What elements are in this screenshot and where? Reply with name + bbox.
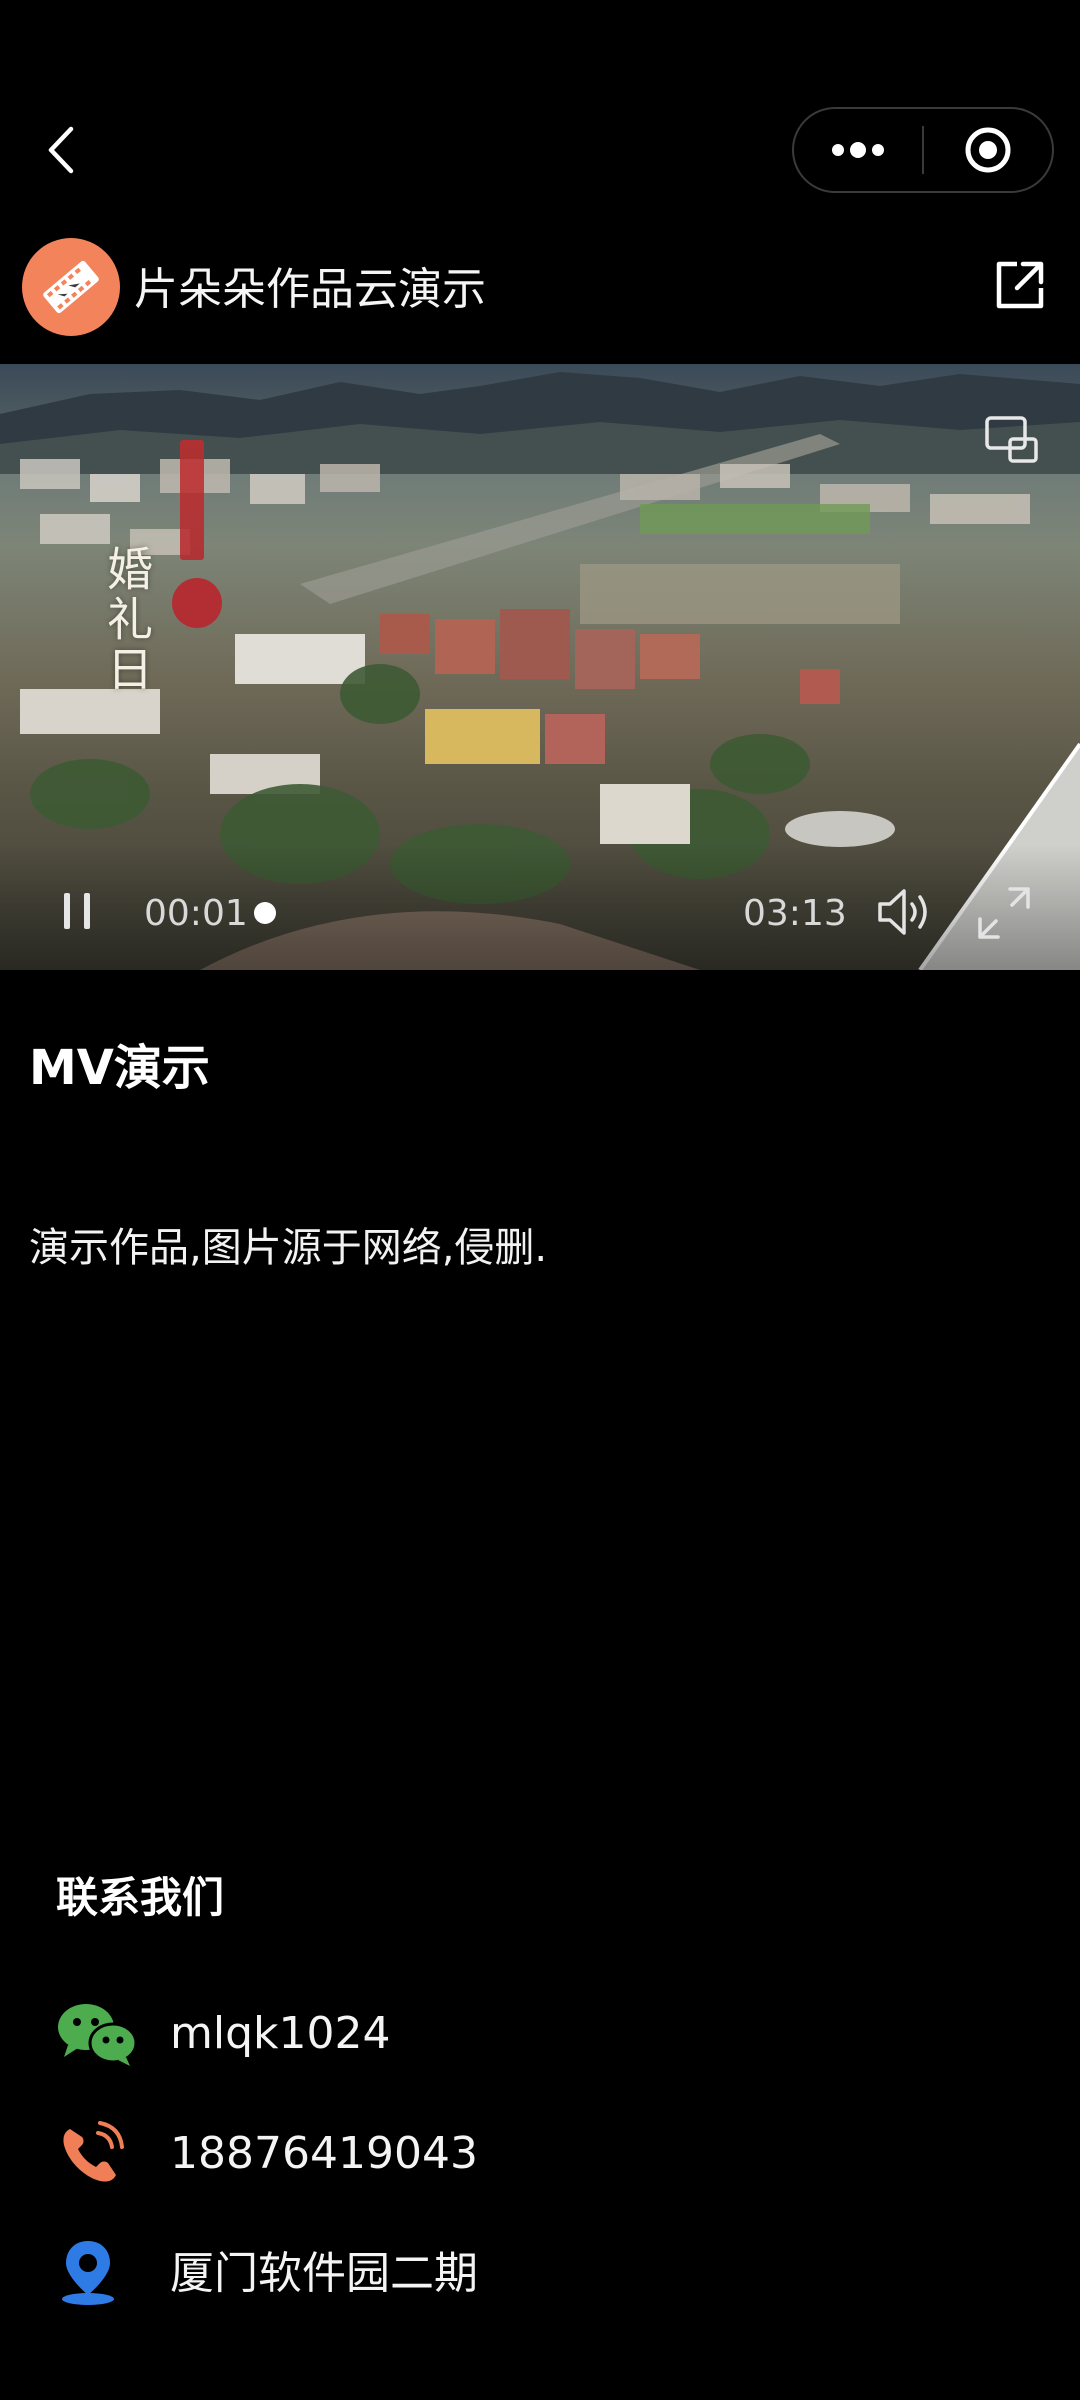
volume-button[interactable] [876, 885, 936, 939]
app-title: 片朵朵作品云演示 [134, 264, 486, 315]
fullscreen-button[interactable] [976, 885, 1032, 941]
phone-icon [63, 2121, 124, 2182]
total-time: 03:13 [743, 893, 847, 934]
mini-program-capsule [792, 107, 1054, 193]
contact-heading: 联系我们 [56, 1873, 225, 1922]
share-button[interactable] [990, 255, 1050, 315]
current-time: 00:01 [144, 893, 248, 934]
chevron-left-icon [48, 126, 74, 174]
share-external-icon [996, 261, 1044, 309]
target-circle-icon [965, 127, 1011, 173]
picture-in-picture-button[interactable] [984, 415, 1040, 465]
video-frame-aerial-town [0, 434, 1080, 970]
app-avatar [22, 238, 120, 336]
wechat-icon [58, 2004, 138, 2066]
work-title: MV演示 [29, 1040, 210, 1096]
overlay-red-seal [172, 578, 222, 628]
close-mini-program-button[interactable] [924, 109, 1052, 191]
address: 厦门软件园二期 [170, 2248, 478, 2299]
contact-address[interactable]: 厦门软件园二期 [56, 2234, 478, 2314]
progress-knob[interactable] [254, 902, 276, 924]
overlay-red-stamp-vertical [180, 440, 204, 560]
contact-wechat[interactable]: mlqk1024 [56, 1994, 390, 2074]
location-pin-icon [62, 2241, 114, 2305]
more-button[interactable] [794, 109, 922, 191]
pause-button[interactable] [54, 888, 100, 934]
picture-in-picture-icon [985, 416, 1038, 463]
video-player[interactable] [0, 364, 1080, 970]
fullscreen-icon [978, 887, 1030, 939]
back-button[interactable] [30, 120, 90, 180]
video-overlay-title: 婚礼日 [100, 545, 154, 695]
film-strip-icon [43, 260, 99, 314]
wechat-id: mlqk1024 [170, 2008, 391, 2059]
pause-icon [64, 893, 90, 929]
contact-phone[interactable]: 18876419043 [56, 2114, 478, 2194]
more-dots-icon [832, 142, 884, 158]
work-description: 演示作品,图片源于网络,侵删. [29, 1225, 548, 1271]
phone-number: 18876419043 [170, 2128, 478, 2179]
volume-icon [878, 889, 927, 935]
